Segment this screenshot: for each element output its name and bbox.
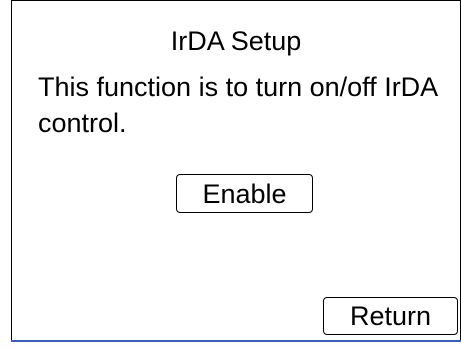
irda-setup-screen: IrDA Setup This function is to turn on/o… [0,0,461,347]
enable-button[interactable]: Enable [176,174,313,213]
return-button[interactable]: Return [323,297,458,335]
dialog-panel: IrDA Setup This function is to turn on/o… [11,0,461,340]
panel-bottom-border [11,340,461,342]
dialog-message: This function is to turn on/off IrDA con… [38,72,437,138]
dialog-title: IrDA Setup [170,26,302,56]
